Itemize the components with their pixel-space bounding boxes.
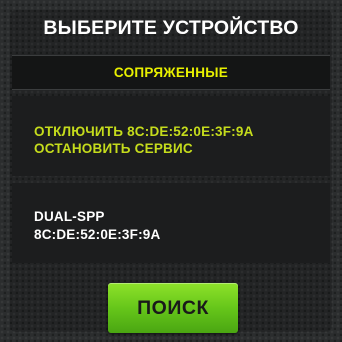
device-address: 8C:DE:52:0E:3F:9A <box>34 227 161 242</box>
disconnect-device-link[interactable]: ОТКЛЮЧИТЬ 8C:DE:52:0E:3F:9A <box>34 123 330 140</box>
device-actions-panel: ОТКЛЮЧИТЬ 8C:DE:52:0E:3F:9A ОСТАНОВИТЬ С… <box>12 96 330 176</box>
device-name: DUAL-SPP <box>34 209 105 224</box>
stop-service-link[interactable]: ОСТАНОВИТЬ СЕРВИС <box>34 140 330 157</box>
paired-section-header: СОПРЯЖЕННЫЕ <box>12 55 330 90</box>
device-select-screen: ВЫБЕРИТЕ УСТРОЙСТВО СОПРЯЖЕННЫЕ ОТКЛЮЧИТ… <box>0 0 342 342</box>
page-title: ВЫБЕРИТЕ УСТРОЙСТВО <box>43 17 299 39</box>
device-list-item[interactable]: DUAL-SPP 8C:DE:52:0E:3F:9A <box>12 183 330 263</box>
search-button[interactable]: ПОИСК <box>108 283 238 333</box>
